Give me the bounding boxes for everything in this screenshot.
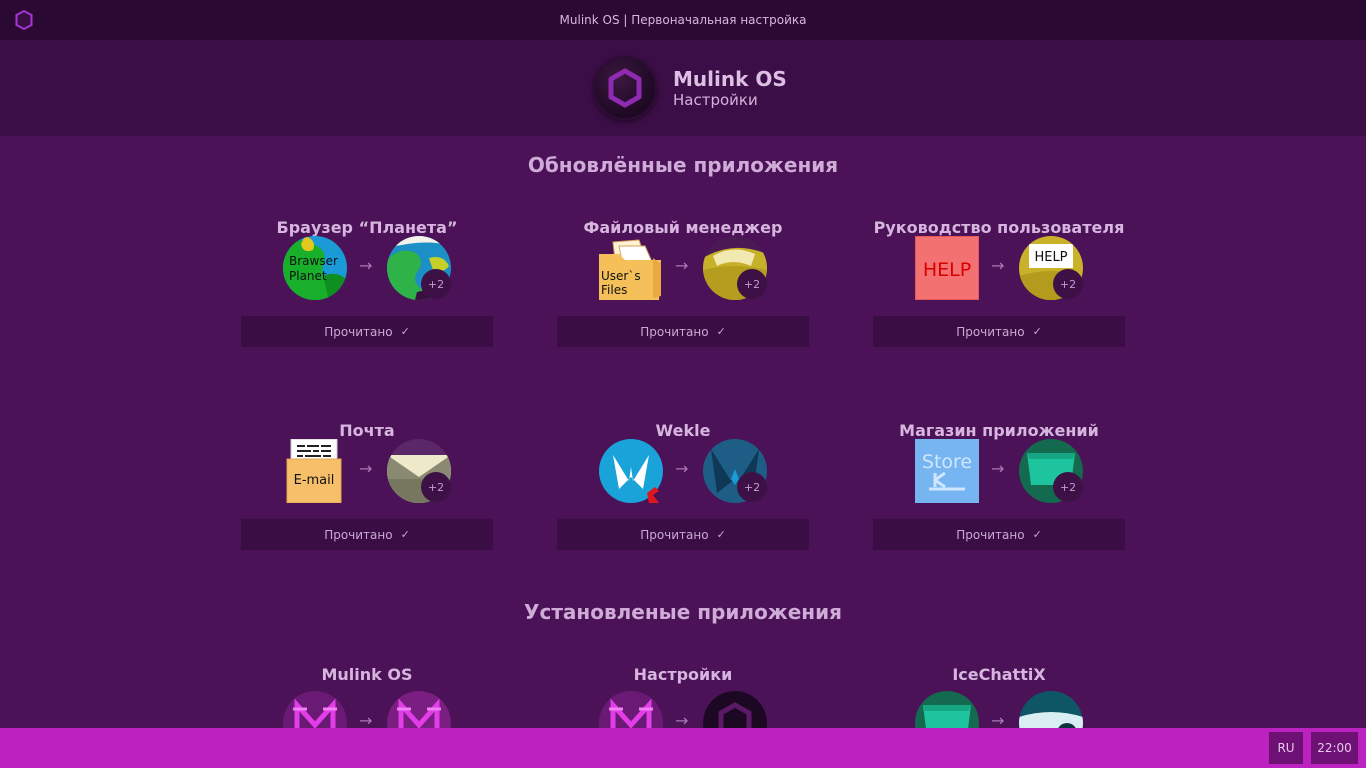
header: Mulink OS Настройки bbox=[0, 40, 1366, 136]
old-icon-text-1: User`s bbox=[601, 269, 641, 283]
updates-count-badge: +2 bbox=[1053, 472, 1083, 502]
updated-apps-heading: Обновлённые приложения bbox=[527, 153, 839, 177]
file-manager-old-icon: User`s Files bbox=[599, 236, 663, 300]
old-icon-text: E-mail bbox=[294, 473, 335, 488]
old-icon-text: HELP bbox=[923, 259, 971, 281]
settings-old-icon bbox=[599, 691, 663, 728]
updates-count-badge: +2 bbox=[737, 472, 767, 502]
mulink-os-icon bbox=[283, 691, 347, 728]
mark-read-button[interactable]: Прочитано ✓ bbox=[241, 316, 493, 347]
app-card-wekle: Wekle → +2 Прочитано ✓ bbox=[557, 421, 809, 551]
mail-old-icon: E-mail bbox=[283, 439, 347, 503]
planet-browser-old-icon: Brawser Planet bbox=[283, 236, 347, 300]
check-icon: ✓ bbox=[716, 325, 726, 338]
app-name-label: Wekle bbox=[655, 421, 711, 440]
app-name-label: Руководство пользователя bbox=[873, 218, 1125, 237]
app-name-label: Файловый менеджер bbox=[583, 218, 783, 237]
app-card-mail: Почта E-mail → +2 Прочитано ✓ bbox=[241, 421, 493, 551]
settings-new-icon bbox=[703, 691, 767, 728]
app-subtitle: Настройки bbox=[673, 91, 758, 109]
app-card-browser: Браузер “Планета” Brawser Planet → +2 Пр… bbox=[241, 218, 493, 348]
old-icon-text: Store bbox=[922, 451, 972, 473]
app-name-label: IceChattiX bbox=[952, 665, 1046, 684]
taskbar: RU 22:00 bbox=[0, 728, 1366, 768]
check-icon: ✓ bbox=[400, 325, 410, 338]
read-label: Прочитано bbox=[324, 527, 393, 542]
window-title: Mulink OS | Первоначальная настройка bbox=[559, 13, 807, 27]
app-card-app-store: Магазин приложений Store → +2 Прочитано … bbox=[873, 421, 1125, 551]
mulink-os-new-icon bbox=[387, 691, 451, 728]
check-icon: ✓ bbox=[400, 528, 410, 541]
arrow-right-icon: → bbox=[359, 256, 373, 275]
user-guide-old-icon: HELP bbox=[915, 236, 979, 300]
icechattix-old-icon bbox=[915, 691, 979, 728]
mark-read-button[interactable]: Прочитано ✓ bbox=[557, 519, 809, 550]
old-icon-text-2: Files bbox=[601, 283, 627, 297]
arrow-right-icon: → bbox=[991, 256, 1005, 275]
system-menu-icon[interactable] bbox=[14, 10, 34, 30]
app-name-label: Mulink OS bbox=[321, 665, 413, 684]
arrow-right-icon: → bbox=[675, 711, 689, 728]
check-icon: ✓ bbox=[716, 528, 726, 541]
read-label: Прочитано bbox=[640, 324, 709, 339]
arrow-right-icon: → bbox=[991, 711, 1005, 728]
arrow-right-icon: → bbox=[359, 459, 373, 478]
check-icon: ✓ bbox=[1032, 528, 1042, 541]
mark-read-button[interactable]: Прочитано ✓ bbox=[873, 316, 1125, 347]
mark-read-button[interactable]: Прочитано ✓ bbox=[241, 519, 493, 550]
mark-read-button[interactable]: Прочитано ✓ bbox=[557, 316, 809, 347]
app-name-label: Браузер “Планета” bbox=[276, 218, 458, 237]
settings-logo-icon bbox=[593, 56, 657, 120]
check-icon: ✓ bbox=[1032, 325, 1042, 338]
language-switch[interactable]: RU bbox=[1269, 732, 1303, 764]
arrow-right-icon: → bbox=[359, 711, 373, 728]
read-label: Прочитано bbox=[640, 527, 709, 542]
arrow-right-icon: → bbox=[675, 256, 689, 275]
app-name-label: Почта bbox=[339, 421, 395, 440]
icechattix-new-icon bbox=[1019, 691, 1083, 728]
installed-card-settings: Настройки → bbox=[557, 665, 809, 728]
mark-read-button[interactable]: Прочитано ✓ bbox=[873, 519, 1125, 550]
app-name: Mulink OS bbox=[673, 67, 787, 91]
updates-count-badge: +2 bbox=[737, 269, 767, 299]
updates-count-badge: +2 bbox=[421, 269, 451, 299]
updates-count-badge: +2 bbox=[1053, 269, 1083, 299]
arrow-right-icon: → bbox=[991, 459, 1005, 478]
clock[interactable]: 22:00 bbox=[1311, 732, 1358, 764]
installed-card-icechattix: IceChattiX → bbox=[873, 665, 1125, 728]
old-icon-text-2: Planet bbox=[289, 269, 327, 283]
old-icon-text-1: Brawser bbox=[289, 254, 338, 268]
app-card-user-guide: Руководство пользователя HELP → HELP +2 … bbox=[873, 218, 1125, 348]
installed-card-mulink-os: Mulink OS → bbox=[241, 665, 493, 728]
arrow-right-icon: → bbox=[675, 459, 689, 478]
app-store-old-icon: Store bbox=[915, 439, 979, 503]
app-card-file-manager: Файловый менеджер User`s Files → +2 Проч… bbox=[557, 218, 809, 348]
app-name-label: Магазин приложений bbox=[899, 421, 1099, 440]
updates-count-badge: +2 bbox=[421, 472, 451, 502]
read-label: Прочитано bbox=[956, 324, 1025, 339]
read-label: Прочитано bbox=[956, 527, 1025, 542]
installed-apps-heading: Установленые приложения bbox=[524, 600, 842, 624]
app-name-label: Настройки bbox=[633, 665, 733, 684]
new-icon-text: HELP bbox=[1034, 250, 1067, 265]
read-label: Прочитано bbox=[324, 324, 393, 339]
title-bar: Mulink OS | Первоначальная настройка bbox=[0, 0, 1366, 40]
wekle-old-icon bbox=[599, 439, 663, 503]
